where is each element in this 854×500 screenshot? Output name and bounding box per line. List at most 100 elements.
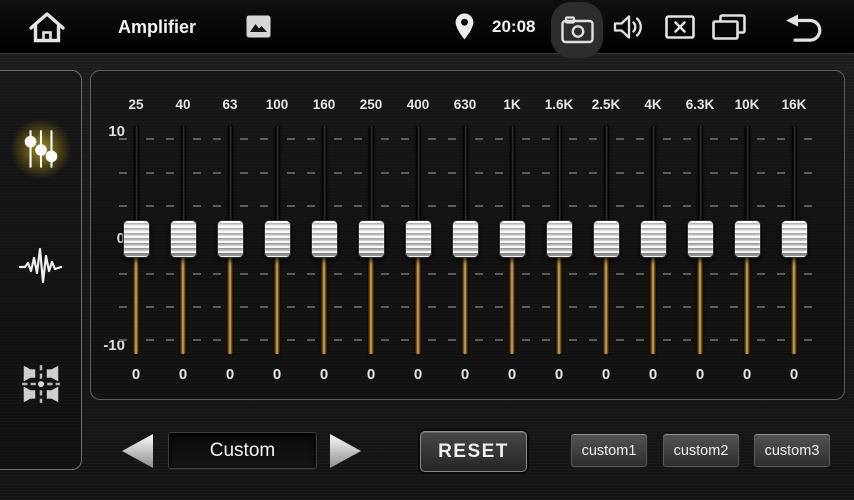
eq-band-slider[interactable] (207, 121, 254, 361)
slider-knob[interactable] (358, 220, 385, 258)
image-icon (246, 15, 271, 38)
eq-band-slider[interactable] (583, 121, 630, 361)
eq-sliders-icon (18, 126, 64, 172)
band-frequency-label: 10K (724, 97, 771, 112)
eq-band-slider[interactable] (442, 121, 489, 361)
eq-band-slider[interactable] (254, 121, 301, 361)
custom1-button[interactable]: custom1 (570, 433, 648, 468)
eq-band: 16K 0 (771, 71, 818, 399)
recent-apps-button[interactable] (712, 14, 746, 41)
slider-knob[interactable] (546, 220, 573, 258)
band-frequency-label: 25 (113, 97, 160, 112)
camera-icon (561, 16, 594, 44)
reset-button-label: RESET (438, 441, 509, 463)
slider-knob[interactable] (640, 220, 667, 258)
sidebar-item-fader-balance[interactable] (11, 354, 71, 414)
band-frequency-label: 1.6K (536, 97, 583, 112)
eq-band: 10K 0 (724, 71, 771, 399)
band-gain-value: 0 (677, 366, 724, 383)
custom3-button[interactable]: custom3 (753, 433, 831, 468)
band-gain-value: 0 (254, 366, 301, 383)
band-gain-value: 0 (630, 366, 677, 383)
wallpaper-button[interactable] (246, 15, 271, 38)
eq-band-slider[interactable] (724, 121, 771, 361)
slider-knob[interactable] (217, 220, 244, 258)
reset-button[interactable]: RESET (420, 431, 527, 472)
back-button[interactable] (782, 13, 826, 43)
close-app-button[interactable] (665, 15, 695, 39)
eq-band-slider[interactable] (771, 121, 818, 361)
location-icon (454, 13, 475, 41)
slider-knob[interactable] (264, 220, 291, 258)
home-button[interactable] (26, 9, 68, 46)
band-frequency-label: 160 (301, 97, 348, 112)
eq-band: 2.5K 0 (583, 71, 630, 399)
custom2-button[interactable]: custom2 (662, 433, 740, 468)
band-frequency-label: 40 (160, 97, 207, 112)
band-frequency-label: 250 (348, 97, 395, 112)
custom1-label: custom1 (582, 443, 637, 459)
sidebar-item-equalizer[interactable] (11, 119, 71, 179)
eq-band-slider[interactable] (160, 121, 207, 361)
eq-band: 160 0 (301, 71, 348, 399)
home-icon (26, 9, 68, 46)
eq-band-slider[interactable] (536, 121, 583, 361)
eq-band-slider[interactable] (677, 121, 724, 361)
slider-knob[interactable] (499, 220, 526, 258)
eq-band: 63 0 (207, 71, 254, 399)
slider-knob[interactable] (452, 220, 479, 258)
eq-band-slider[interactable] (630, 121, 677, 361)
volume-icon (612, 13, 644, 41)
band-gain-value: 0 (724, 366, 771, 383)
band-gain-value: 0 (160, 366, 207, 383)
slider-knob[interactable] (687, 220, 714, 258)
arrow-left-icon (120, 433, 154, 469)
eq-band: 25 0 (113, 71, 160, 399)
eq-band-slider[interactable] (489, 121, 536, 361)
band-gain-value: 0 (348, 366, 395, 383)
eq-band: 1.6K 0 (536, 71, 583, 399)
clock: 20:08 (492, 0, 535, 54)
band-frequency-label: 400 (395, 97, 442, 112)
recent-apps-icon (712, 14, 746, 41)
band-frequency-label: 16K (771, 97, 818, 112)
eq-band-slider[interactable] (395, 121, 442, 361)
volume-button[interactable] (612, 13, 644, 41)
eq-band-slider[interactable] (348, 121, 395, 361)
band-gain-value: 0 (583, 366, 630, 383)
eq-band: 100 0 (254, 71, 301, 399)
band-gain-value: 0 (536, 366, 583, 383)
equalizer-panel: 10 0 -10 25 0 40 0 63 0 100 (90, 70, 845, 400)
slider-knob[interactable] (170, 220, 197, 258)
eq-band: 40 0 (160, 71, 207, 399)
band-gain-value: 0 (207, 366, 254, 383)
close-window-icon (665, 15, 695, 39)
band-gain-value: 0 (113, 366, 160, 383)
preset-prev-button[interactable] (120, 433, 154, 469)
eq-band: 630 0 (442, 71, 489, 399)
sidebar (0, 70, 82, 470)
back-icon (782, 13, 826, 43)
band-gain-value: 0 (395, 366, 442, 383)
preset-selector[interactable]: Custom (168, 432, 317, 469)
screenshot-button[interactable] (551, 2, 603, 58)
band-gain-value: 0 (301, 366, 348, 383)
slider-knob[interactable] (311, 220, 338, 258)
band-frequency-label: 630 (442, 97, 489, 112)
eq-band: 6.3K 0 (677, 71, 724, 399)
slider-knob[interactable] (781, 220, 808, 258)
band-frequency-label: 6.3K (677, 97, 724, 112)
band-frequency-label: 1K (489, 97, 536, 112)
slider-knob[interactable] (123, 220, 150, 258)
band-frequency-label: 100 (254, 97, 301, 112)
preset-next-button[interactable] (329, 433, 363, 469)
slider-knob[interactable] (405, 220, 432, 258)
waveform-icon (17, 243, 65, 289)
sidebar-item-sound-effects[interactable] (11, 236, 71, 296)
slider-knob[interactable] (593, 220, 620, 258)
status-bar: Amplifier 20:08 (0, 0, 854, 54)
slider-knob[interactable] (734, 220, 761, 258)
eq-band-slider[interactable] (301, 121, 348, 361)
speaker-fader-icon (18, 361, 64, 407)
eq-band-slider[interactable] (113, 121, 160, 361)
